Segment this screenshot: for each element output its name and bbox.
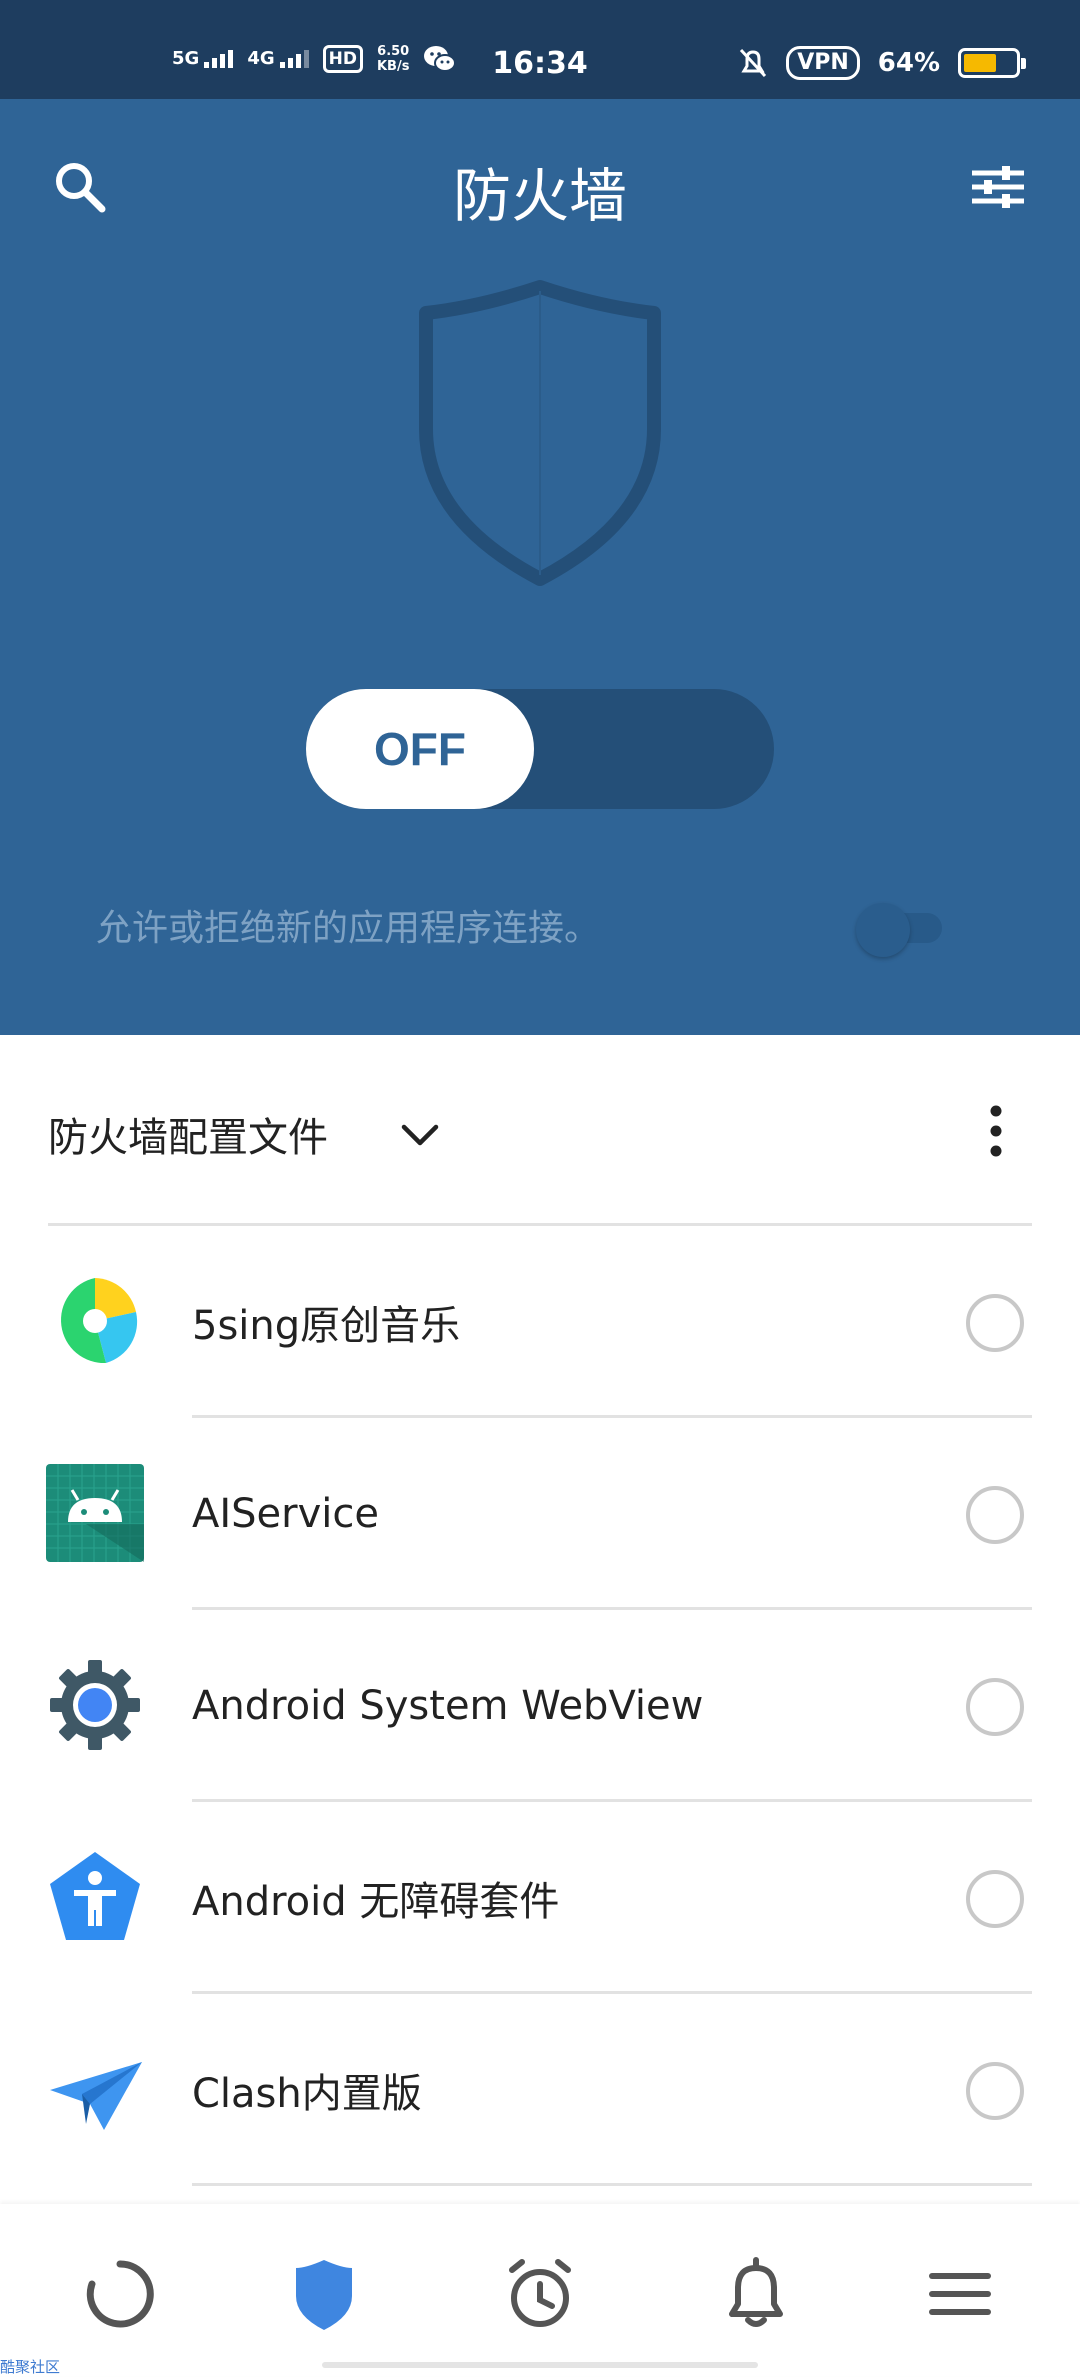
firewall-toggle[interactable]: OFF: [306, 689, 774, 809]
allow-new-connections-label: 允许或拒绝新的应用程序连接。: [96, 908, 601, 949]
page-title: 防火墙: [452, 162, 627, 230]
bell-icon[interactable]: [716, 2254, 796, 2334]
mute-bell-icon: [740, 48, 767, 78]
list-item[interactable]: Android System WebView: [0, 1610, 1080, 1802]
status-bar: 5G 4G HD 6.50 KB/s 16:34 VPN 64%: [0, 0, 1080, 99]
app-radio[interactable]: [966, 1870, 1024, 1928]
bottom-nav: [0, 2204, 1080, 2376]
android-icon: [46, 1464, 144, 1562]
shield-icon[interactable]: [284, 2254, 364, 2334]
app-radio[interactable]: [966, 1294, 1024, 1352]
status-right: VPN 64%: [738, 46, 1026, 80]
firewall-hero: 防火墙 OFF 允许或拒绝新的应用程序连接。: [0, 99, 1080, 1035]
battery-icon: [958, 48, 1026, 78]
paper-plane-icon: [50, 2062, 142, 2130]
divider: [192, 2183, 1032, 2186]
loading-ring-icon[interactable]: [80, 2254, 160, 2334]
more-vert-icon[interactable]: [978, 1101, 1014, 1161]
sliders-icon[interactable]: [968, 157, 1028, 217]
app-name: Android System WebView: [192, 1683, 704, 1729]
list-item[interactable]: AIService: [0, 1418, 1080, 1610]
accessibility-icon: [50, 1852, 140, 1940]
battery-percent: 64%: [877, 48, 940, 78]
chevron-down-icon[interactable]: [398, 1113, 442, 1157]
app-name: AIService: [192, 1491, 379, 1537]
firewall-profile-selector[interactable]: 防火墙配置文件: [0, 1035, 1080, 1225]
list-item[interactable]: 5sing原创音乐: [0, 1226, 1080, 1418]
app-name: Android 无障碍套件: [192, 1879, 560, 1925]
list-item[interactable]: Clash内置版: [0, 1994, 1080, 2186]
firewall-toggle-label: OFF: [306, 689, 534, 809]
shield-icon: [419, 280, 661, 586]
profile-label: 防火墙配置文件: [48, 1115, 328, 1161]
vpn-badge: VPN: [786, 46, 860, 80]
app-name: 5sing原创音乐: [192, 1303, 461, 1349]
app-name: Clash内置版: [192, 2071, 422, 2117]
app-list: 5sing原创音乐 AIService Android System WebVi…: [0, 1226, 1080, 2186]
alarm-clock-icon[interactable]: [500, 2254, 580, 2334]
5sing-icon: [61, 1278, 138, 1364]
app-radio[interactable]: [966, 1678, 1024, 1736]
watermark: 酷聚社区: [0, 2358, 61, 2376]
allow-new-connections-switch[interactable]: [852, 899, 948, 957]
list-item[interactable]: Android 无障碍套件: [0, 1802, 1080, 1994]
menu-icon[interactable]: [920, 2254, 1000, 2334]
app-radio[interactable]: [966, 1486, 1024, 1544]
webview-gear-icon: [50, 1660, 140, 1750]
home-indicator[interactable]: [322, 2362, 758, 2368]
app-radio[interactable]: [966, 2062, 1024, 2120]
